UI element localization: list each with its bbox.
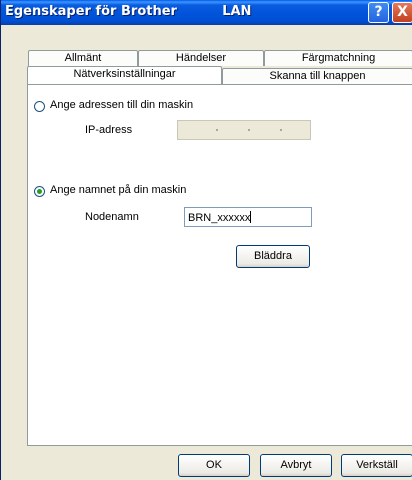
help-button[interactable]: ?	[368, 2, 389, 23]
node-name-field[interactable]: BRN_xxxxxx	[184, 207, 312, 227]
window-title: Egenskaper för Brother LAN	[5, 4, 252, 19]
radio-selected-dot	[37, 189, 42, 194]
node-name-value: BRN_xxxxxx	[188, 211, 252, 224]
tab-natverksinstallningar[interactable]: Nätverksinställningar	[27, 66, 222, 84]
address-radio[interactable]	[34, 101, 45, 112]
name-option-label: Ange namnet på din maskin	[50, 184, 187, 196]
cancel-button[interactable]: Avbryt	[260, 454, 332, 477]
apply-button[interactable]: Verkställ	[341, 454, 412, 477]
name-radio[interactable]	[34, 186, 45, 197]
tab-handelser[interactable]: Händelser	[138, 50, 264, 66]
tab-fargmatchning[interactable]: Färgmatchning	[264, 50, 412, 66]
browse-button[interactable]: Bläddra	[236, 245, 310, 268]
tab-allmant[interactable]: Allmänt	[28, 50, 138, 66]
address-option-label: Ange adressen till din maskin	[50, 99, 194, 111]
properties-window: Egenskaper för Brother LAN ? X Allmänt H…	[0, 0, 412, 480]
ip-separator	[248, 129, 250, 131]
tab-skanna-till-knappen[interactable]: Skanna till knappen	[222, 68, 412, 84]
ip-separator	[280, 129, 282, 131]
title-bar[interactable]: Egenskaper för Brother LAN ? X	[1, 0, 412, 25]
text-caret	[250, 211, 252, 223]
ip-address-label: IP-adress	[85, 124, 133, 136]
ok-button[interactable]: OK	[178, 454, 250, 477]
node-name-label: Nodenamn	[85, 211, 139, 223]
close-button[interactable]: X	[392, 2, 412, 23]
ip-address-field[interactable]	[177, 120, 311, 140]
ip-separator	[216, 129, 218, 131]
